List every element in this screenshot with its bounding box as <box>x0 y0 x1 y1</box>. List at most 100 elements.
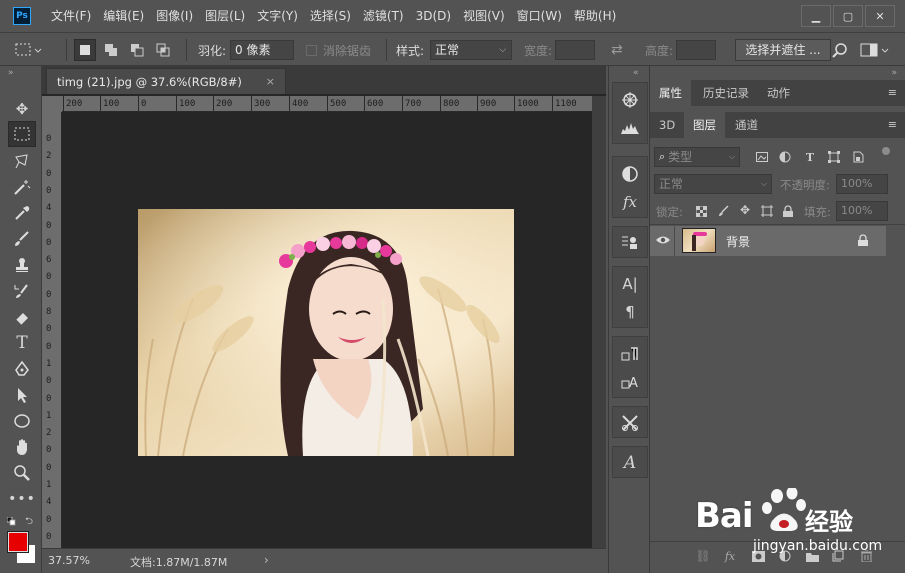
rectangular-marquee-tool-icon[interactable] <box>8 121 36 147</box>
type-tool-icon[interactable]: T <box>8 330 36 356</box>
panel-menu-icon[interactable]: ≡ <box>888 86 897 99</box>
default-colors-icon[interactable] <box>6 515 16 526</box>
add-mask-icon[interactable] <box>751 549 765 563</box>
ruler-origin[interactable] <box>42 96 62 112</box>
blend-mode-select[interactable]: 正常 ⌵ <box>654 174 772 194</box>
tool-preset-picker[interactable] <box>10 33 44 67</box>
opacity-input[interactable]: 100% <box>836 174 888 194</box>
style-select[interactable]: 正常 ⌵ <box>430 40 513 60</box>
workspace-icon[interactable] <box>860 33 890 67</box>
search-icon[interactable] <box>832 33 848 67</box>
clone-source-panel-icon[interactable] <box>615 410 645 436</box>
layer-filter-select[interactable]: ⌕ 类型 ⌵ <box>654 147 740 167</box>
filter-type-icon[interactable]: T <box>803 150 817 164</box>
character-panel-icon[interactable]: A| <box>615 271 645 297</box>
horizontal-ruler[interactable]: 200 100 0 100 200 300 400 500 600 700 800 900 1000 11… <box>62 96 592 112</box>
menu-image[interactable]: 图像(I) <box>150 0 199 32</box>
feather-input[interactable]: 0 像素 <box>230 40 295 60</box>
menu-filter[interactable]: 滤镜(T) <box>357 0 410 32</box>
tab-layers[interactable]: 图层 <box>684 112 725 138</box>
adjustments-panel-icon[interactable] <box>615 161 645 187</box>
menu-edit[interactable]: 编辑(E) <box>97 0 150 32</box>
close-window-button[interactable]: ✕ <box>865 5 895 27</box>
close-tab-icon[interactable]: × <box>266 75 275 88</box>
history-brush-tool-icon[interactable] <box>8 278 36 304</box>
layer-visibility-eye-icon[interactable] <box>656 234 670 248</box>
filter-smart-object-icon[interactable] <box>851 150 865 164</box>
move-tool-icon[interactable]: ✥ <box>8 96 36 122</box>
swap-dimensions-icon[interactable]: ⇄ <box>611 33 623 67</box>
lock-artboard-icon[interactable] <box>760 204 774 218</box>
vertical-ruler[interactable]: 0 2 0 0 4 0 0 6 0 0 8 0 0 1 0 0 1 2 0 0 1 4 0 0 <box>42 112 62 548</box>
antialias-checkbox[interactable] <box>306 44 317 56</box>
link-layers-icon[interactable]: ⛓ <box>695 549 710 563</box>
vertical-scrollbar[interactable] <box>592 96 606 548</box>
more-tools-icon[interactable]: ••• <box>8 486 36 512</box>
tool-presets-panel-icon[interactable] <box>615 230 645 256</box>
expand-dock-icon[interactable]: « <box>633 68 639 78</box>
menu-type[interactable]: 文字(Y) <box>251 0 304 32</box>
width-input[interactable] <box>555 40 596 60</box>
lock-position-icon[interactable]: ✥ <box>738 203 752 217</box>
new-layer-icon[interactable] <box>831 549 845 563</box>
tab-actions[interactable]: 动作 <box>758 80 799 106</box>
brush-tool-icon[interactable] <box>8 226 36 252</box>
delete-layer-icon[interactable] <box>859 549 873 563</box>
pen-tool-icon[interactable] <box>8 356 36 382</box>
new-adjustment-layer-icon[interactable] <box>778 549 792 563</box>
lock-transparent-icon[interactable] <box>694 204 708 218</box>
paragraph-panel-icon[interactable]: ¶ <box>615 299 645 325</box>
menu-view[interactable]: 视图(V) <box>457 0 511 32</box>
character-styles-panel-icon[interactable]: A <box>615 369 645 395</box>
zoom-level[interactable]: 37.57% <box>48 554 90 567</box>
lock-image-icon[interactable] <box>717 204 731 218</box>
subtract-selection-icon[interactable] <box>126 39 148 61</box>
filter-shape-icon[interactable] <box>827 150 841 164</box>
glyphs-panel-icon[interactable]: A <box>615 450 645 476</box>
minimize-button[interactable]: ▁ <box>801 5 831 27</box>
menu-help[interactable]: 帮助(H) <box>568 0 622 32</box>
swap-colors-icon[interactable]: ⮌ <box>25 514 33 531</box>
menu-3d[interactable]: 3D(D) <box>410 0 457 32</box>
zoom-tool-icon[interactable] <box>8 460 36 486</box>
path-selection-tool-icon[interactable] <box>8 382 36 408</box>
tab-channels[interactable]: 通道 <box>726 112 767 138</box>
filter-adjustment-icon[interactable] <box>778 150 792 164</box>
fill-input[interactable]: 100% <box>836 201 888 221</box>
ellipse-tool-icon[interactable] <box>8 408 36 434</box>
eyedropper-tool-icon[interactable] <box>8 200 36 226</box>
canvas-photo[interactable] <box>138 209 514 456</box>
select-and-mask-button[interactable]: 选择并遮住 ... <box>735 39 831 61</box>
eraser-tool-icon[interactable] <box>8 304 36 330</box>
hand-tool-icon[interactable] <box>8 434 36 460</box>
new-selection-icon[interactable] <box>74 39 96 61</box>
layer-style-icon[interactable]: fx <box>723 549 737 563</box>
lasso-tool-icon[interactable] <box>8 148 36 174</box>
lock-all-icon[interactable] <box>781 204 795 218</box>
restore-button[interactable]: ▢ <box>833 5 863 27</box>
tab-properties[interactable]: 属性 <box>650 80 691 106</box>
navigator-panel-icon[interactable] <box>615 87 645 113</box>
new-group-icon[interactable] <box>805 549 819 563</box>
paragraph-styles-panel-icon[interactable] <box>615 341 645 367</box>
tab-3d[interactable]: 3D <box>650 112 684 138</box>
filter-pixel-icon[interactable] <box>755 150 769 164</box>
collapse-panel-icon[interactable]: » <box>891 68 897 78</box>
menu-file[interactable]: 文件(F) <box>45 0 97 32</box>
intersect-selection-icon[interactable] <box>152 39 174 61</box>
layer-row-background[interactable]: 背景 <box>650 226 886 256</box>
histogram-panel-icon[interactable] <box>615 115 645 141</box>
clone-stamp-tool-icon[interactable] <box>8 252 36 278</box>
menu-layer[interactable]: 图层(L) <box>199 0 251 32</box>
add-selection-icon[interactable] <box>100 39 122 61</box>
tab-history[interactable]: 历史记录 <box>694 80 758 106</box>
styles-panel-icon[interactable]: fx <box>615 189 645 215</box>
menu-window[interactable]: 窗口(W) <box>511 0 568 32</box>
height-input[interactable] <box>676 40 717 60</box>
status-menu-arrow[interactable]: › <box>264 553 269 567</box>
filter-toggle-icon[interactable] <box>882 147 890 155</box>
layers-menu-icon[interactable]: ≡ <box>888 118 897 131</box>
menu-select[interactable]: 选择(S) <box>304 0 357 32</box>
document-tab[interactable]: timg (21).jpg @ 37.6%(RGB/8#) × <box>46 68 286 94</box>
foreground-color-swatch[interactable] <box>7 531 29 553</box>
